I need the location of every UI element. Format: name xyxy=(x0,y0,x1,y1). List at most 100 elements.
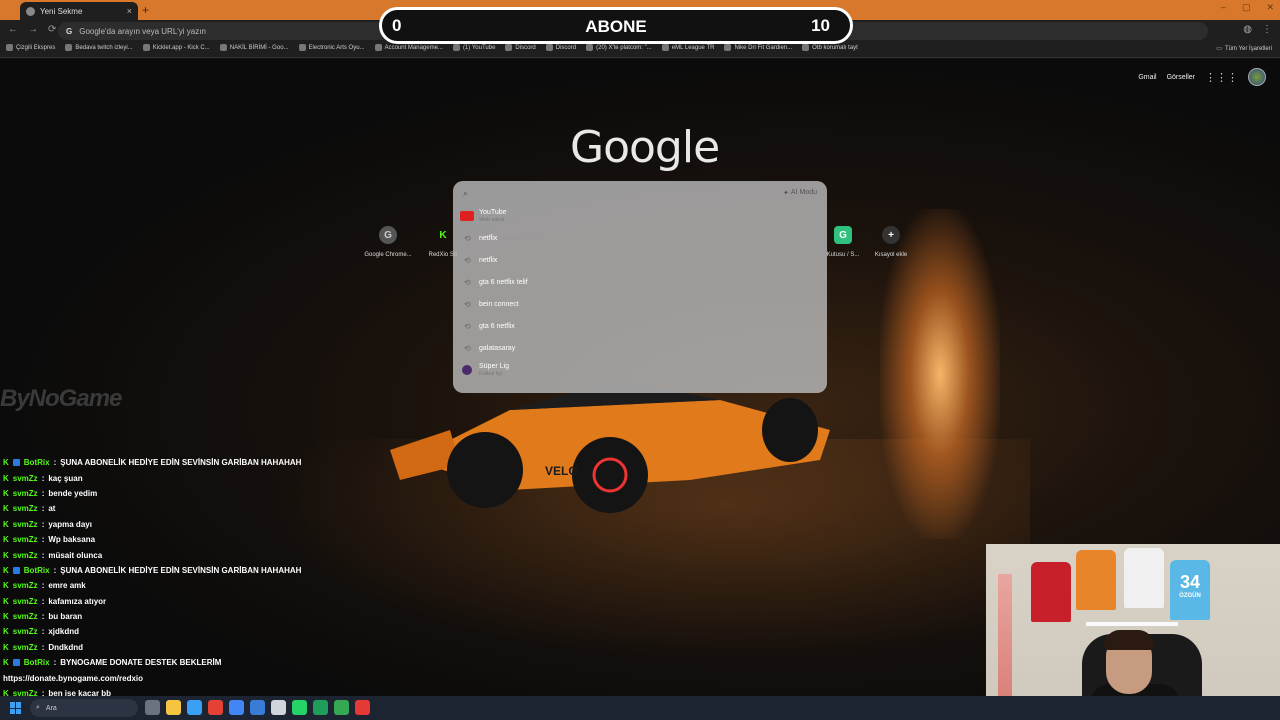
bookmark-label: Çizgili Ekspres xyxy=(16,44,56,51)
extension-icon[interactable]: ◍ xyxy=(1243,24,1252,35)
minimize-icon[interactable]: – xyxy=(1221,2,1226,13)
taskbar-app-icon[interactable] xyxy=(250,700,265,715)
nav-buttons: ← → ⟳ xyxy=(8,24,56,35)
suggestion-item[interactable]: Süper Lig Futbol ligi xyxy=(453,359,827,381)
bookmark-item[interactable]: eML League TR xyxy=(661,44,715,51)
apps-grid-icon[interactable]: ⋮⋮⋮ xyxy=(1205,71,1238,84)
bookmark-item[interactable]: (20) X'te platcom: "... xyxy=(586,44,652,51)
bookmark-item[interactable]: Nike Dri Fit Gardien... xyxy=(724,44,792,51)
tab-close-icon[interactable]: × xyxy=(127,6,132,16)
bookmark-favicon-icon xyxy=(219,44,227,51)
bookmark-label: Electronic Arts Oyu... xyxy=(308,44,365,51)
maximize-icon[interactable]: ▢ xyxy=(1242,2,1251,13)
ai-mode-button[interactable]: ✦ AI Modu xyxy=(783,189,817,197)
taskbar-app-icon[interactable] xyxy=(208,700,223,715)
taskbar-app-icon[interactable] xyxy=(271,700,286,715)
kick-icon: K xyxy=(3,550,9,560)
chat-message: KsvmZz: bende yedim xyxy=(0,486,430,501)
bookmark-label: Discord xyxy=(555,44,577,51)
chat-username: svmZz xyxy=(12,473,38,483)
taskbar-search-placeholder: Ara xyxy=(45,704,57,712)
chat-username: svmZz xyxy=(12,642,38,652)
tab-title: Yeni Sekme xyxy=(40,6,83,16)
bookmark-item[interactable]: Bedava twitch izleyi... xyxy=(65,44,133,51)
images-link[interactable]: Görseller xyxy=(1167,74,1195,81)
back-icon[interactable]: ← xyxy=(8,24,18,35)
bookmark-item[interactable]: NAKİL BİRİMİ - Goo... xyxy=(219,44,289,51)
bookmark-label: Kicklet.app - Kick C... xyxy=(152,44,210,51)
chat-text: ŞUNA ABONELİK HEDİYE EDİN SEVİNSİN GARİB… xyxy=(60,458,302,468)
shortcut-google-chrome[interactable]: G Google Chrome... xyxy=(360,226,416,258)
chat-username: svmZz xyxy=(12,550,38,560)
reload-icon[interactable]: ⟳ xyxy=(48,24,56,35)
suggestion-item[interactable]: ⟲ netflix - Google Arama xyxy=(453,227,827,249)
suggestion-item[interactable]: ⟲ gta 6 netflix xyxy=(453,315,827,337)
gmail-link[interactable]: Gmail xyxy=(1138,74,1156,81)
suggestion-item[interactable]: ⟲ galatasaray xyxy=(453,337,827,359)
search-input[interactable] xyxy=(476,188,784,198)
taskbar-app-icon[interactable] xyxy=(355,700,370,715)
taskbar-app-icon[interactable] xyxy=(229,700,244,715)
kick-icon: K xyxy=(3,612,9,622)
taskbar-search[interactable]: ⌕ Ara xyxy=(30,699,138,717)
kick-icon: K xyxy=(3,535,9,545)
chat-text: at xyxy=(48,504,56,514)
chat-message: KsvmZz: müsait olunca xyxy=(0,547,430,562)
chat-text: emre amk xyxy=(48,581,86,591)
taskbar-app-icon[interactable] xyxy=(334,700,349,715)
shelf xyxy=(1086,622,1178,626)
chat-separator: : xyxy=(41,596,45,606)
windows-start-icon[interactable] xyxy=(10,702,22,714)
google-g-icon: G xyxy=(66,26,73,36)
bookmark-favicon-icon xyxy=(661,44,669,51)
chat-text: müsait olunca xyxy=(48,550,103,560)
bookmark-favicon-icon xyxy=(374,44,382,51)
chat-separator: : xyxy=(53,458,57,468)
top-links: Gmail Görseller ⋮⋮⋮ xyxy=(1138,68,1266,86)
suggestion-item[interactable]: ⟲ gta 6 netflix telif xyxy=(453,271,827,293)
taskbar-app-icon[interactable] xyxy=(313,700,328,715)
ai-sparkle-icon: ✦ xyxy=(783,190,789,197)
bookmark-item[interactable]: Account Manageme... xyxy=(374,44,443,51)
bookmark-item[interactable]: Otb korumalı tayt xyxy=(802,44,858,51)
history-icon: ⟲ xyxy=(464,233,471,243)
suggestion-item[interactable]: ⟲ netflix xyxy=(453,249,827,271)
taskbar-app-icon[interactable] xyxy=(145,700,160,715)
bookmark-favicon-icon xyxy=(65,44,73,51)
suggestion-title: galatasaray xyxy=(479,344,516,352)
bookmark-item[interactable]: Discord xyxy=(505,44,536,51)
jersey-number: 34 xyxy=(1179,572,1201,592)
bookmark-favicon-icon xyxy=(545,44,553,51)
chat-text: kafamıza atıyor xyxy=(48,596,107,606)
bookmark-item[interactable]: (1) YouTube xyxy=(452,44,495,51)
avatar[interactable] xyxy=(1248,68,1266,86)
close-window-icon[interactable]: ✕ xyxy=(1266,2,1274,13)
suggestion-item[interactable]: ⟲ bein connect xyxy=(453,293,827,315)
bookmark-label: (20) X'te platcom: "... xyxy=(596,44,652,51)
taskbar-app-icon[interactable] xyxy=(166,700,181,715)
bookmark-item[interactable]: Discord xyxy=(545,44,577,51)
taskbar-app-icon[interactable] xyxy=(187,700,202,715)
bookmark-item[interactable]: Kicklet.app - Kick C... xyxy=(142,44,210,51)
jersey-white xyxy=(1124,548,1164,608)
stream-chat: K BotRix: ŞUNA ABONELİK HEDİYE EDİN SEVİNS… xyxy=(0,455,430,701)
suggestion-item[interactable]: YouTube Web sitesi xyxy=(453,205,827,227)
bookmark-label: eML League TR xyxy=(671,44,715,51)
history-icon: ⟲ xyxy=(464,343,471,353)
chat-separator: : xyxy=(41,627,45,637)
menu-icon[interactable]: ⋮ xyxy=(1262,24,1272,35)
forward-icon[interactable]: → xyxy=(28,24,38,35)
shortcut-label: Google Chrome... xyxy=(364,252,412,258)
plus-icon: + xyxy=(882,226,900,244)
toolbar-right: ◍ ⋮ xyxy=(1243,24,1272,35)
shortcut-add[interactable]: + Kısayol ekle xyxy=(863,226,919,258)
taskbar-app-icon[interactable] xyxy=(292,700,307,715)
chat-username: svmZz xyxy=(12,612,38,622)
chat-username: svmZz xyxy=(12,488,38,498)
chat-message: KsvmZz: xjdkdnd xyxy=(0,624,430,639)
bookmark-item[interactable]: Electronic Arts Oyu... xyxy=(298,44,365,51)
new-tab-button[interactable]: + xyxy=(142,3,149,17)
all-bookmarks[interactable]: ▭ Tüm Yer İşaretleri xyxy=(1216,45,1272,53)
bookmark-item[interactable]: Çizgili Ekspres xyxy=(6,44,55,51)
tab-new-tab[interactable]: Yeni Sekme × xyxy=(20,2,138,20)
